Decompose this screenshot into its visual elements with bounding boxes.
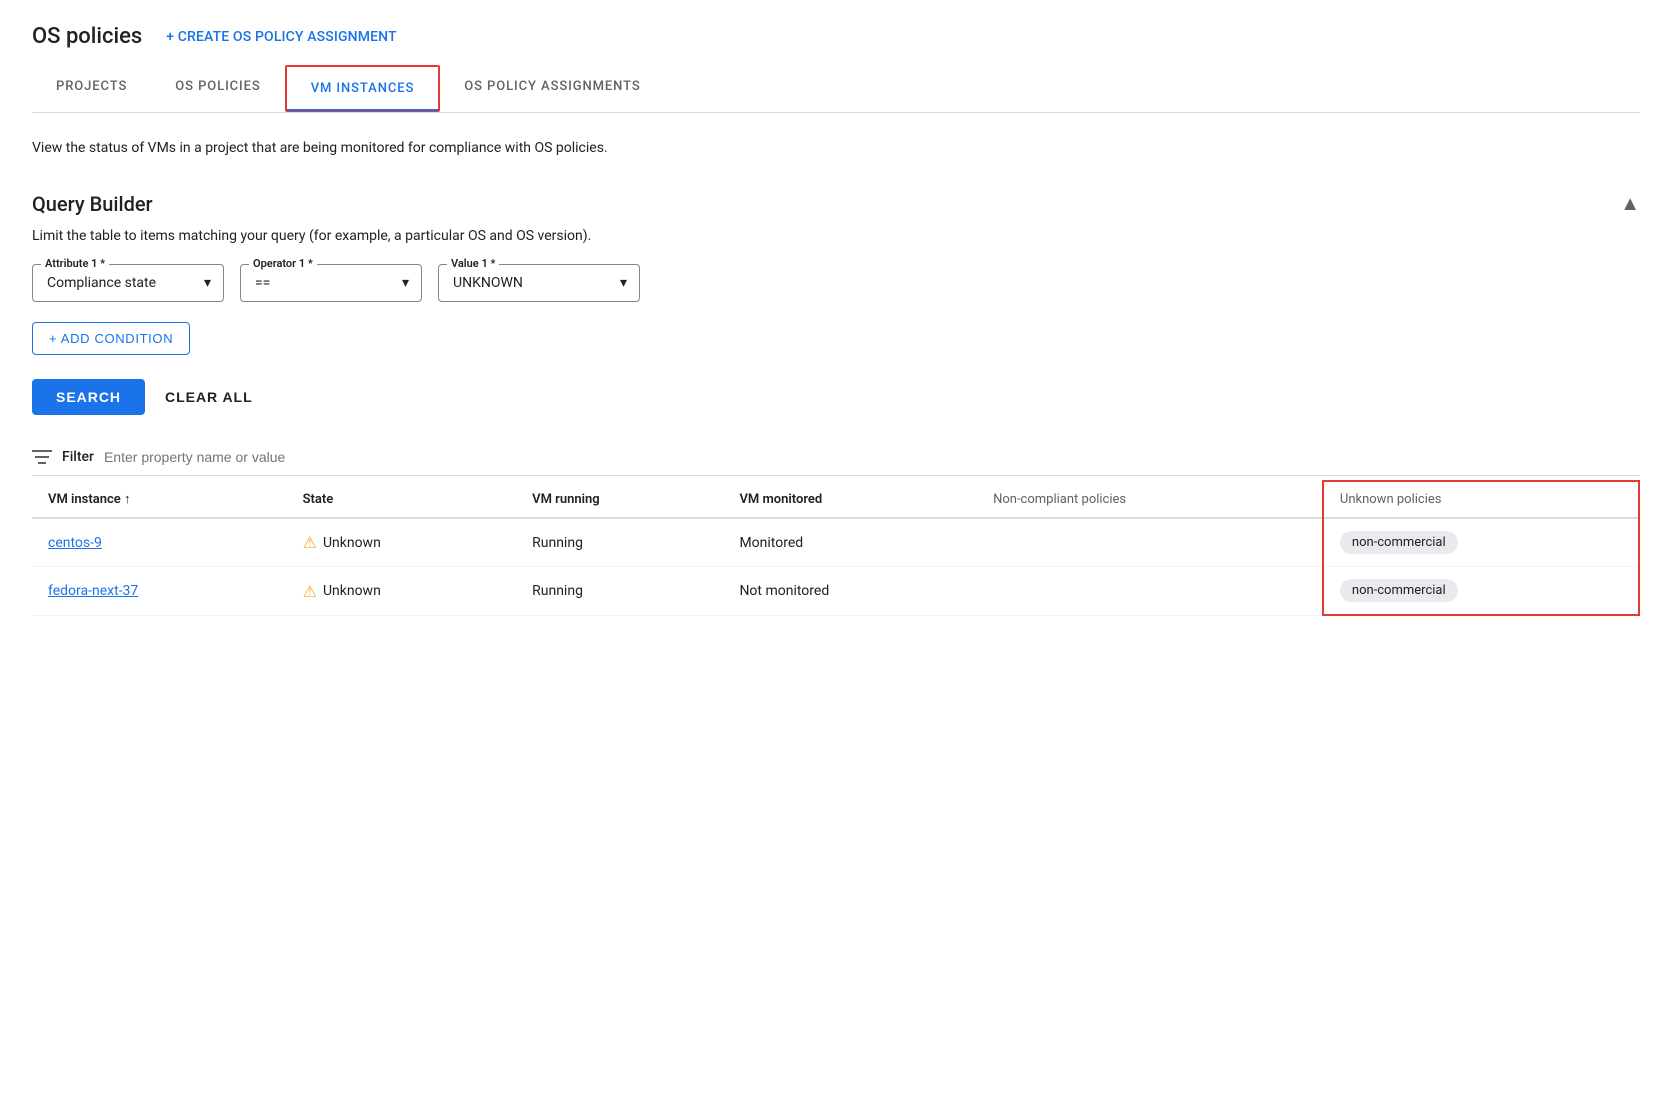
attribute-dropdown-icon[interactable]: ▾ (204, 275, 211, 291)
page-title: OS policies (32, 24, 142, 49)
col-non-compliant-label: Non-compliant policies (993, 492, 1126, 507)
value-field: Value 1 * UNKNOWN ▾ (438, 264, 640, 302)
tabs-bar: PROJECTS OS POLICIES VM INSTANCES OS POL… (32, 65, 1640, 113)
operator-field: Operator 1 * == ▾ (240, 264, 422, 302)
search-button[interactable]: SEARCH (32, 379, 145, 415)
state-text-2: Unknown (323, 583, 381, 599)
col-state[interactable]: State (287, 481, 517, 518)
page-description: View the status of VMs in a project that… (32, 137, 732, 159)
attribute-field: Attribute 1 * Compliance state ▾ (32, 264, 224, 302)
operator-dropdown-icon[interactable]: ▾ (402, 275, 409, 291)
clear-all-button[interactable]: CLEAR ALL (165, 389, 253, 405)
filter-icon (32, 449, 52, 465)
cell-unknown-policies-1: non-commercial (1323, 518, 1639, 567)
cell-vm-monitored-2: Not monitored (723, 567, 977, 616)
cell-vm-instance-1: centos-9 (32, 518, 287, 567)
vm-link-centos9[interactable]: centos-9 (48, 535, 102, 551)
query-row: Attribute 1 * Compliance state ▾ Operato… (32, 264, 1640, 302)
filter-input[interactable] (104, 449, 1640, 465)
cell-vm-monitored-1: Monitored (723, 518, 977, 567)
tab-os-policies[interactable]: OS POLICIES (151, 65, 284, 112)
col-unknown-policies[interactable]: Unknown policies (1323, 481, 1639, 518)
query-builder: Query Builder ▲ Limit the table to items… (32, 191, 1640, 415)
cell-vm-running-2: Running (516, 567, 723, 616)
operator-value: == (255, 275, 270, 291)
col-vm-running-label: VM running (532, 492, 600, 507)
col-vm-monitored-label: VM monitored (739, 492, 822, 507)
vm-link-fedora37[interactable]: fedora-next-37 (48, 583, 138, 599)
value-dropdown-icon[interactable]: ▾ (620, 275, 627, 291)
cell-unknown-policies-2: non-commercial (1323, 567, 1639, 616)
query-builder-title: Query Builder (32, 192, 153, 216)
tab-projects[interactable]: PROJECTS (32, 65, 151, 112)
query-builder-collapse-button[interactable]: ▲ (1620, 191, 1640, 216)
value-value: UNKNOWN (453, 275, 523, 291)
col-vm-monitored[interactable]: VM monitored (723, 481, 977, 518)
unknown-policy-tag-1: non-commercial (1340, 531, 1458, 554)
col-vm-instance[interactable]: VM instance ↑ (32, 481, 287, 518)
cell-non-compliant-2 (977, 567, 1323, 616)
filter-label: Filter (62, 449, 94, 465)
tab-vm-instances[interactable]: VM INSTANCES (285, 65, 441, 112)
col-unknown-policies-label: Unknown policies (1340, 492, 1442, 507)
state-text-1: Unknown (323, 535, 381, 551)
vm-instances-table: VM instance ↑ State VM running VM monito… (32, 480, 1640, 616)
col-non-compliant[interactable]: Non-compliant policies (977, 481, 1323, 518)
create-policy-assignment-button[interactable]: + CREATE OS POLICY ASSIGNMENT (166, 29, 396, 45)
cell-vm-instance-2: fedora-next-37 (32, 567, 287, 616)
attribute-value: Compliance state (47, 275, 156, 291)
cell-non-compliant-1 (977, 518, 1323, 567)
add-condition-button[interactable]: + ADD CONDITION (32, 322, 190, 355)
actions-row: SEARCH CLEAR ALL (32, 379, 1640, 415)
cell-vm-running-1: Running (516, 518, 723, 567)
sort-icon: ↑ (124, 492, 131, 507)
table-row: centos-9 ⚠ Unknown Running Monitored non… (32, 518, 1639, 567)
col-state-label: State (303, 492, 334, 507)
cell-state-2: ⚠ Unknown (287, 567, 517, 616)
filter-row: Filter (32, 439, 1640, 476)
col-vm-instance-label: VM instance (48, 492, 121, 507)
col-vm-running[interactable]: VM running (516, 481, 723, 518)
table-row: fedora-next-37 ⚠ Unknown Running Not mon… (32, 567, 1639, 616)
cell-state-1: ⚠ Unknown (287, 518, 517, 567)
query-builder-subtitle: Limit the table to items matching your q… (32, 228, 1640, 244)
unknown-policy-tag-2: non-commercial (1340, 579, 1458, 602)
warn-icon-1: ⚠ (303, 533, 317, 552)
warn-icon-2: ⚠ (303, 582, 317, 601)
tab-os-policy-assignments[interactable]: OS POLICY ASSIGNMENTS (440, 65, 664, 112)
